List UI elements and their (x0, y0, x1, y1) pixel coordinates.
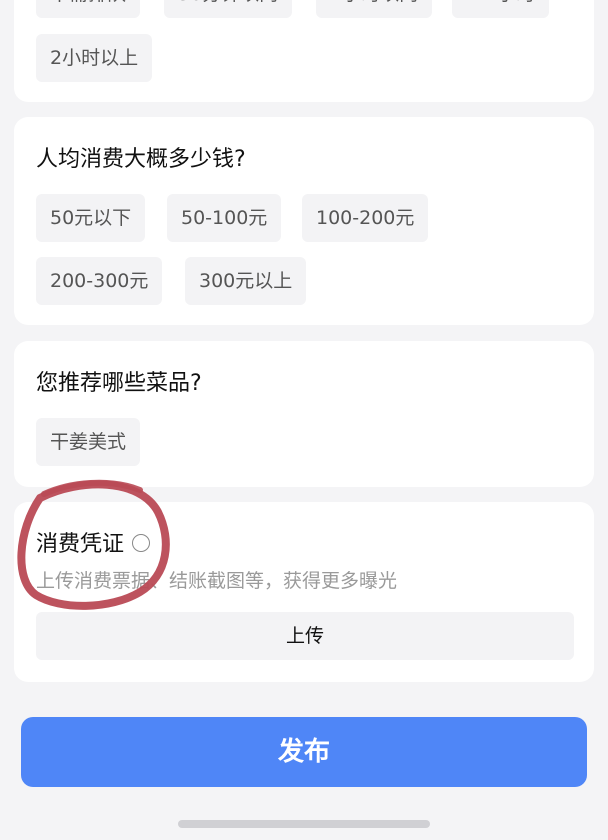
wait-option-1[interactable]: 30分钟以内 (164, 0, 293, 18)
proof-subtitle: 上传消费票据、结账截图等，获得更多曝光 (36, 570, 398, 592)
spend-card: 人均消费大概多少钱? 50元以下 50-100元 100-200元 200-30… (14, 117, 594, 325)
wait-option-4[interactable]: 2小时以上 (36, 34, 153, 82)
dish-question: 您推荐哪些菜品? (36, 371, 202, 396)
home-indicator (178, 820, 430, 828)
wait-time-card: 不需排队 30分钟以内 1小时以内 1-2小时 2小时以上 (14, 0, 594, 102)
spend-option-3[interactable]: 200-300元 (36, 257, 163, 305)
proof-title: 消费凭证 (36, 532, 125, 557)
dish-card: 您推荐哪些菜品? 干姜美式 (14, 341, 594, 487)
wait-option-0[interactable]: 不需排队 (36, 0, 141, 18)
dish-option-0[interactable]: 干姜美式 (36, 418, 141, 466)
upload-button[interactable]: 上传 (36, 612, 574, 660)
spend-question: 人均消费大概多少钱? (36, 147, 246, 172)
wait-option-3[interactable]: 1-2小时 (452, 0, 550, 18)
wait-option-2[interactable]: 1小时以内 (316, 0, 433, 18)
publish-button[interactable]: 发布 (21, 717, 587, 787)
proof-title-row: 消费凭证 (36, 526, 151, 558)
spend-option-2[interactable]: 100-200元 (302, 194, 429, 242)
info-icon[interactable] (132, 534, 151, 552)
proof-card: 消费凭证 上传消费票据、结账截图等，获得更多曝光 上传 (14, 502, 594, 682)
spend-option-1[interactable]: 50-100元 (167, 194, 282, 242)
spend-option-4[interactable]: 300元以上 (185, 257, 307, 305)
spend-option-0[interactable]: 50元以下 (36, 194, 146, 242)
